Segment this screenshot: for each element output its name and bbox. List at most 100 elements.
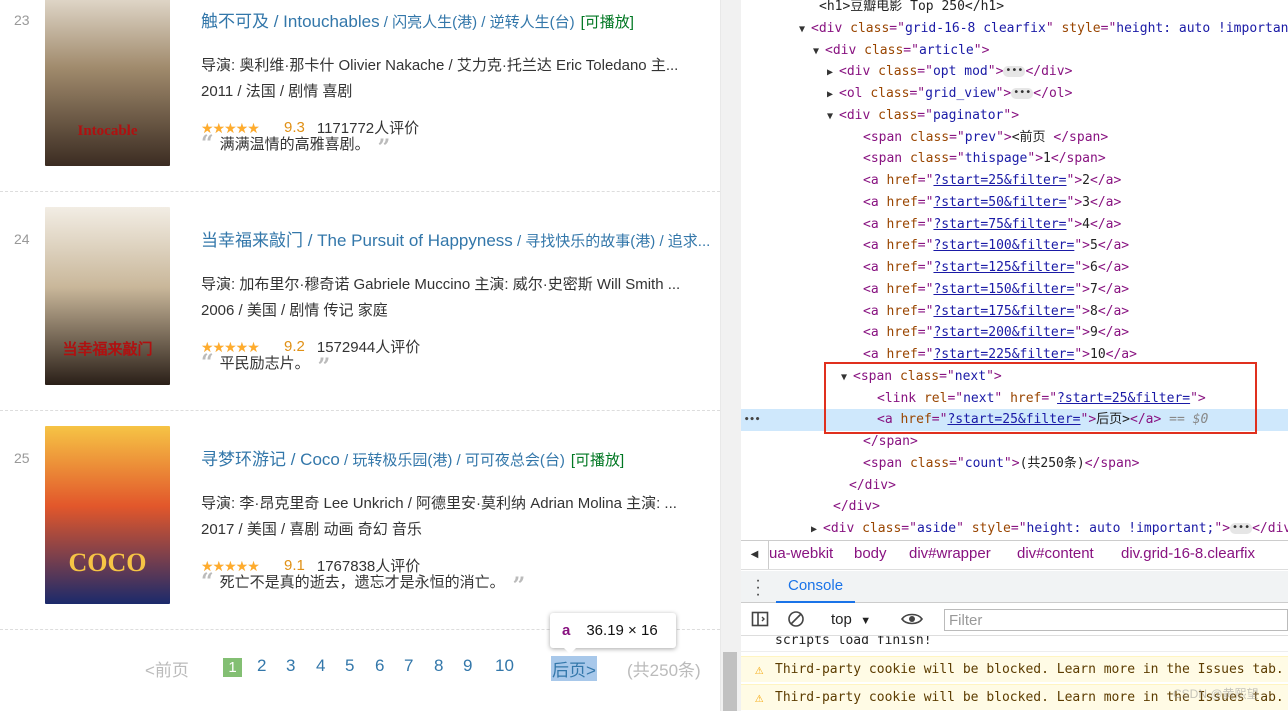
dom-node[interactable]: <a href="?start=200&filter=">9</a> bbox=[741, 322, 1288, 344]
open-quote-icon: “ bbox=[201, 131, 214, 157]
tag-end-open: </ bbox=[1252, 521, 1268, 536]
dom-node[interactable]: </div> bbox=[741, 475, 1288, 497]
dom-node[interactable]: <span class="count">(共250条)</span> bbox=[741, 453, 1288, 475]
quote: "> bbox=[1074, 238, 1090, 254]
filter-input[interactable] bbox=[944, 609, 1288, 631]
dom-node[interactable]: <span class="thispage">1</span> bbox=[741, 148, 1288, 170]
dom-node[interactable]: <a href="?start=100&filter=">5</a> bbox=[741, 235, 1288, 257]
tag-end: </a> bbox=[1090, 173, 1122, 188]
tab-console[interactable]: Console bbox=[776, 571, 856, 603]
href-link[interactable]: ?start=75&filter= bbox=[933, 217, 1066, 232]
href-link[interactable]: ?start=100&filter= bbox=[933, 238, 1074, 253]
tooltip-size: 36.19 × 16 bbox=[586, 622, 658, 639]
breadcrumb-item[interactable]: div#wrapper bbox=[909, 545, 991, 562]
dom-node[interactable]: ▼ <div class="paginator"> bbox=[741, 105, 1288, 127]
movie-title-link[interactable]: 寻梦环游记 bbox=[201, 450, 286, 469]
tag-name: span bbox=[870, 129, 903, 145]
paginator-page-link[interactable]: 5 bbox=[345, 656, 354, 676]
movie-title-link[interactable]: 当幸福来敲门 bbox=[201, 231, 303, 250]
tag-end-open: </ bbox=[1050, 151, 1067, 167]
dom-node[interactable]: <a href="?start=125&filter=">6</a> bbox=[741, 257, 1288, 279]
breadcrumb-item[interactable]: div#content bbox=[1017, 545, 1094, 562]
tag-end: </a> bbox=[1097, 281, 1130, 297]
dom-node[interactable]: <a href="?start=175&filter=">8</a> bbox=[741, 301, 1288, 323]
href-link[interactable]: ?start=50&filter= bbox=[933, 195, 1066, 210]
dom-node[interactable]: <a href="?start=150&filter=">7</a> bbox=[741, 279, 1288, 301]
collapsed-children-icon[interactable]: ••• bbox=[1011, 88, 1034, 99]
collapse-arrow-icon[interactable]: ▶ bbox=[811, 519, 821, 541]
tag-close: > bbox=[981, 42, 990, 58]
dom-node[interactable]: <h1>豆瓣电影 Top 250</h1> bbox=[741, 0, 1288, 18]
expand-arrow-icon[interactable]: ▼ bbox=[827, 106, 837, 128]
movie-poster[interactable]: 当幸福来敲门 bbox=[45, 207, 170, 385]
page-scrollbar-thumb[interactable] bbox=[723, 652, 737, 711]
paginator-prev: <前页 bbox=[145, 661, 189, 680]
clear-console-icon[interactable] bbox=[787, 610, 805, 633]
more-menu-icon[interactable]: · · · bbox=[755, 573, 761, 603]
expand-arrow-icon[interactable]: ▼ bbox=[799, 19, 809, 41]
paginator-page-link[interactable]: 10 bbox=[495, 656, 514, 676]
href-link[interactable]: ?start=125&filter= bbox=[933, 260, 1074, 275]
page-scrollbar-track[interactable] bbox=[720, 0, 741, 711]
paginator-page-link[interactable]: 7 bbox=[404, 656, 413, 676]
paginator-next-link[interactable]: 后页> bbox=[551, 656, 597, 681]
open-quote-icon: “ bbox=[201, 350, 214, 376]
href-link[interactable]: ?start=175&filter= bbox=[933, 304, 1074, 319]
tag-close: > bbox=[1003, 129, 1012, 145]
dom-node[interactable]: </span> bbox=[741, 431, 1288, 453]
breadcrumb-item[interactable]: ua-webkit bbox=[769, 545, 833, 562]
href-link[interactable]: ?start=225&filter= bbox=[933, 347, 1074, 362]
breadcrumb-item[interactable]: body bbox=[854, 545, 887, 562]
dom-text: 9 bbox=[1090, 325, 1098, 341]
dom-node[interactable]: ▶ <div class="aside" style="height: auto … bbox=[741, 518, 1288, 540]
movie-title-en: / Coco bbox=[286, 450, 340, 469]
dom-node[interactable]: ▼ <div class="grid-16-8 clearfix" style="… bbox=[741, 18, 1288, 40]
dom-text: 2 bbox=[1082, 173, 1090, 188]
movie-title-other: / 寻找快乐的故事(港) / 追求... bbox=[512, 233, 711, 250]
expand-arrow-icon[interactable]: ▼ bbox=[813, 41, 823, 63]
breadcrumb-scroll-left-icon[interactable]: ◀ bbox=[741, 541, 769, 569]
context-selector[interactable]: top ▼ bbox=[831, 611, 871, 628]
href-link[interactable]: ?start=150&filter= bbox=[933, 282, 1074, 297]
dom-node[interactable]: <a href="?start=25&filter=">2</a> bbox=[741, 170, 1288, 192]
dom-node[interactable]: </div> bbox=[741, 496, 1288, 518]
collapse-arrow-icon[interactable]: ▶ bbox=[827, 62, 837, 84]
tag-end-open: </ bbox=[1025, 64, 1042, 80]
tag-end-name: span bbox=[1100, 455, 1132, 471]
dom-node[interactable]: <span class="prev"><前页 </span> bbox=[741, 127, 1288, 149]
paginator-page-link[interactable]: 2 bbox=[257, 656, 266, 676]
tag-open: <a bbox=[863, 194, 887, 210]
collapsed-children-icon[interactable]: ••• bbox=[1003, 66, 1026, 78]
dom-node[interactable]: ▶ <div class="opt mod"> ••• </div> bbox=[741, 61, 1288, 83]
equals: =" bbox=[917, 325, 934, 341]
open-quote-icon: “ bbox=[201, 569, 214, 595]
attr-name: class bbox=[870, 86, 910, 101]
paginator-page-link[interactable]: 9 bbox=[463, 656, 472, 676]
tag-end-close: > bbox=[1131, 455, 1140, 471]
paginator-page-link[interactable]: 4 bbox=[316, 656, 325, 676]
sidebar-toggle-icon[interactable] bbox=[751, 610, 769, 633]
paginator-page-link[interactable]: 3 bbox=[286, 656, 295, 676]
quote: " bbox=[1045, 20, 1054, 36]
movie-title-link[interactable]: 触不可及 bbox=[201, 12, 269, 31]
movie-poster[interactable]: COCO bbox=[45, 426, 170, 604]
href-link[interactable]: ?start=200&filter= bbox=[933, 325, 1074, 340]
paginator-page-link[interactable]: 8 bbox=[434, 656, 443, 676]
paginator-page-link[interactable]: 6 bbox=[375, 656, 384, 676]
equals: =" bbox=[917, 303, 934, 319]
collapse-arrow-icon[interactable]: ▶ bbox=[827, 84, 837, 106]
movie-poster[interactable]: Intocable bbox=[45, 0, 170, 166]
close-quote-icon: ” bbox=[317, 354, 331, 380]
dom-node[interactable]: ▼ <div class="article"> bbox=[741, 40, 1288, 62]
dom-text: <前页 bbox=[1011, 129, 1054, 145]
dom-node[interactable]: <a href="?start=50&filter=">3</a> bbox=[741, 192, 1288, 214]
quote: " bbox=[996, 129, 1004, 145]
attr-name: href bbox=[886, 303, 918, 319]
dom-node[interactable]: <a href="?start=75&filter=">4</a> bbox=[741, 214, 1288, 236]
breadcrumb-item[interactable]: div.grid-16-8.clearfix bbox=[1121, 545, 1255, 562]
dom-node[interactable]: ▶ <ol class="grid_view"> ••• </ol> bbox=[741, 83, 1288, 105]
live-expression-eye-icon[interactable] bbox=[901, 610, 923, 633]
collapsed-children-icon[interactable]: ••• bbox=[1230, 523, 1253, 534]
href-link[interactable]: ?start=25&filter= bbox=[933, 173, 1066, 188]
node-actions-icon[interactable]: ••• bbox=[744, 409, 760, 431]
